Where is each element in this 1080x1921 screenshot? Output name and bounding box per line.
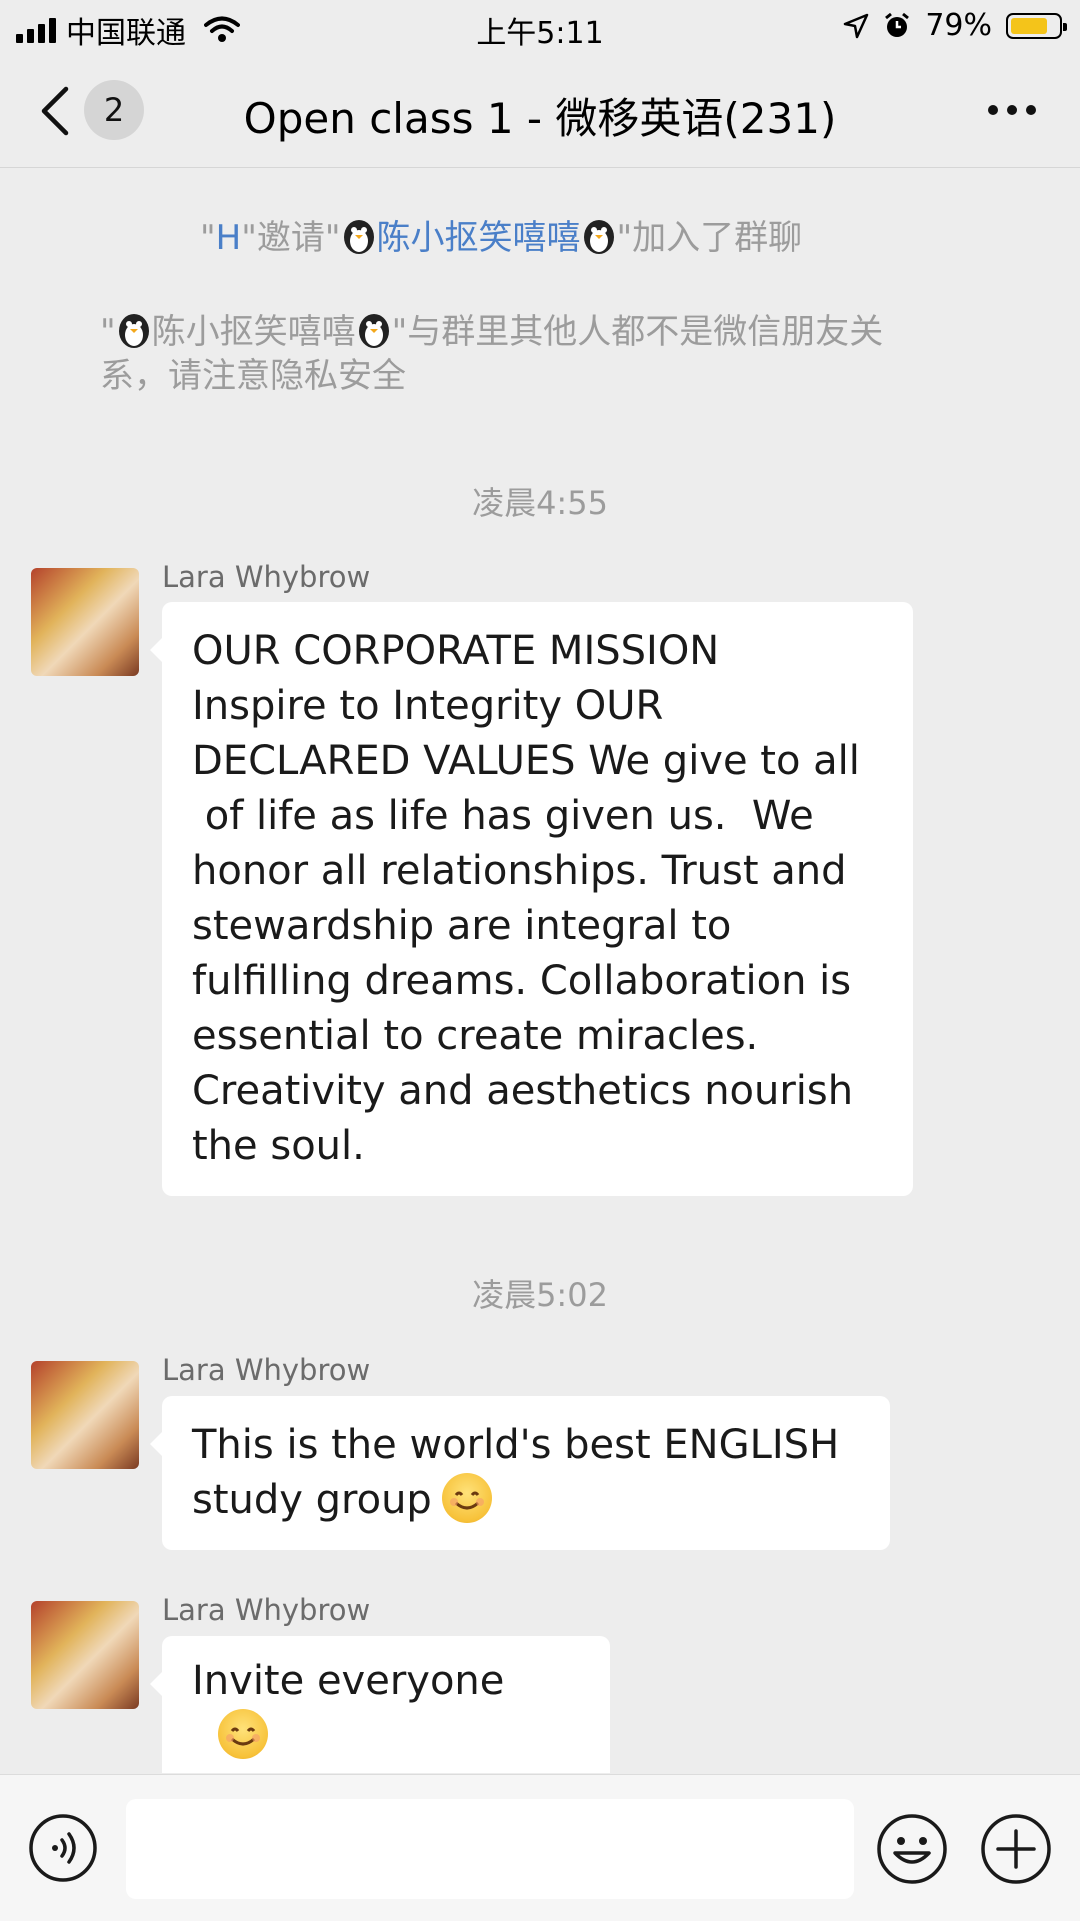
system-message-invite: "H"邀请" 陈小抠笑嘻嘻 "加入了群聊 <box>200 218 803 258</box>
chat-area[interactable]: "H"邀请" 陈小抠笑嘻嘻 "加入了群聊 " 陈小抠笑嘻嘻 "与群里其他人都不是微信朋友… <box>0 168 1080 1773</box>
battery-icon <box>1006 12 1067 39</box>
sender-name: Lara Whybrow <box>162 1353 371 1387</box>
status-bar: 中国联通 上午5:11 79% <box>0 0 1080 55</box>
message-bubble[interactable]: This is the world's best ENGLISH study g… <box>150 1396 890 1550</box>
penguin-avatar-icon <box>343 220 374 254</box>
plus-icon[interactable] <box>980 1813 1052 1885</box>
invitee-link[interactable]: 陈小抠笑嘻嘻 <box>377 218 581 258</box>
message-line: essential to create miracles. <box>192 1013 759 1059</box>
message-line: of life as life has given us. We <box>192 793 814 839</box>
avatar[interactable] <box>31 1361 139 1469</box>
message-line: Creativity and aesthetics nourish <box>192 1068 854 1114</box>
alarm-icon <box>885 12 910 37</box>
location-arrow-icon <box>844 13 869 38</box>
emoji-icon[interactable] <box>876 1813 948 1885</box>
message-line: This is the world's best ENGLISH <box>192 1422 840 1468</box>
inviter-link[interactable]: H <box>216 218 242 258</box>
message-line-with-emoji: study group <box>192 1473 860 1528</box>
voice-icon[interactable] <box>28 1813 98 1883</box>
penguin-avatar-icon <box>358 314 389 348</box>
sender-name: Lara Whybrow <box>162 1593 371 1627</box>
message-bubble[interactable]: Invite everyone <box>150 1636 610 1773</box>
message-line: the soul. <box>192 1123 365 1169</box>
timestamp: 凌晨5:02 <box>472 1276 608 1314</box>
avatar[interactable] <box>31 568 139 676</box>
penguin-avatar-icon <box>118 314 149 348</box>
message-bubble[interactable]: OUR CORPORATE MISSION Inspire to Integri… <box>150 602 913 1196</box>
timestamp: 凌晨4:55 <box>472 484 608 522</box>
message-line: stewardship are integral to <box>192 903 732 949</box>
sender-name: Lara Whybrow <box>162 560 371 594</box>
avatar[interactable] <box>31 1601 139 1709</box>
message-line: OUR CORPORATE MISSION <box>192 628 720 674</box>
message-input[interactable] <box>126 1799 854 1899</box>
message-line: DECLARED VALUES We give to all <box>192 738 860 784</box>
message-line: fulfilling dreams. Collaboration is <box>192 958 852 1004</box>
page-title: Open class 1 - 微移英语(231) <box>243 94 837 143</box>
smile-emoji-icon <box>441 1473 492 1523</box>
nav-bar: 2 Open class 1 - 微移英语(231) <box>0 55 1080 168</box>
input-bar <box>0 1774 1080 1921</box>
system-message-privacy: " 陈小抠笑嘻嘻 "与群里其他人都不是微信朋友关 系，请注意隐私安全 <box>100 312 884 396</box>
status-right: 79% <box>843 8 1067 43</box>
battery-fill <box>1011 17 1048 34</box>
smile-emoji-icon <box>218 1709 268 1759</box>
message-line: honor all relationships. Trust and <box>192 848 847 894</box>
message-line: Inspire to Integrity OUR <box>192 683 664 729</box>
more-icon[interactable] <box>988 105 1036 115</box>
penguin-avatar-icon <box>583 220 614 254</box>
message-text: Invite everyone <box>192 1658 505 1704</box>
battery-percent: 79% <box>925 8 992 43</box>
